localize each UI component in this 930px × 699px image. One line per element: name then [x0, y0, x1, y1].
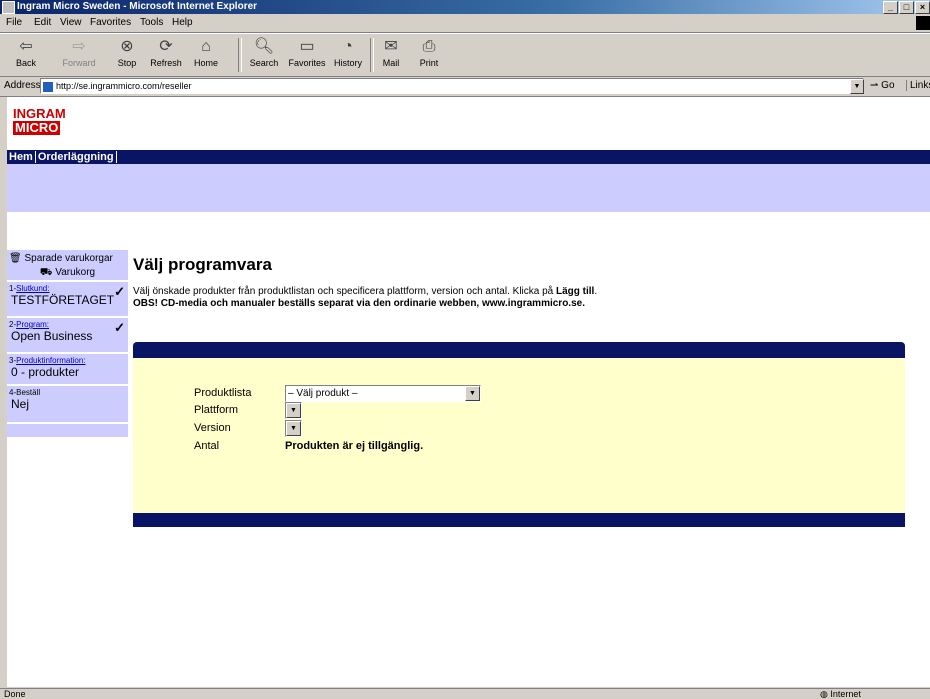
window-titlebar: Ingram Micro Sweden - Microsoft Internet… — [0, 0, 930, 14]
ie-icon — [2, 1, 15, 14]
zone-indicator: ◍ Internet — [820, 689, 861, 699]
version-select[interactable]: ▼ — [285, 420, 302, 437]
favorites-folder-icon: ▭ — [299, 38, 315, 55]
minimize-button[interactable]: _ — [883, 1, 898, 14]
status-text: Done — [4, 689, 26, 699]
trash-icon: 🗑︎ — [9, 253, 22, 264]
chevron-down-icon: ▼ — [286, 421, 301, 436]
page-content: INGRAM MICRO Hem Orderläggning 🗑︎ Sparade… — [7, 97, 930, 687]
step-program-link[interactable]: Program: — [16, 320, 49, 329]
menu-file[interactable]: File — [6, 14, 22, 32]
refresh-button[interactable]: ⟳ Refresh — [146, 36, 186, 74]
stop-button[interactable]: ⊗ Stop — [112, 36, 142, 74]
menu-tools[interactable]: Tools — [140, 14, 163, 32]
page-title: Välj programvara — [133, 255, 272, 274]
main-nav: Hem Orderläggning — [7, 150, 930, 164]
product-form-panel: Produktlista – Välj produkt – ▼ Plattfor… — [133, 358, 905, 513]
step-slutkund-link[interactable]: Slutkund: — [16, 284, 49, 293]
step-bestall: 4-Beställ Nej — [7, 386, 128, 424]
intro-text: Välj önskade produkter från produktlista… — [133, 286, 598, 297]
favorites-button[interactable]: ▭ Favorites — [284, 36, 330, 74]
home-icon: ⌂ — [201, 38, 211, 55]
product-list-label: Produktlista — [194, 387, 252, 399]
quantity-label: Antal — [194, 440, 220, 452]
address-dropdown-button[interactable]: ▼ — [850, 79, 864, 94]
address-label: Address — [4, 80, 41, 91]
history-icon: ◔ — [343, 38, 353, 55]
history-button[interactable]: ◔ History — [330, 36, 366, 74]
search-button[interactable]: 🔍︎ Search — [246, 36, 282, 74]
window-title: Ingram Micro Sweden - Microsoft Internet… — [17, 1, 258, 12]
cart-link[interactable]: ⛟ Varukorg — [7, 266, 128, 282]
links-button[interactable]: Links — [906, 80, 930, 91]
order-sidebar: 🗑︎ Sparade varukorgar ⛟ Varukorg 1-Slutk… — [7, 250, 128, 437]
chevron-down-icon: ▼ — [465, 386, 480, 401]
back-arrow-icon: ⇦ — [19, 38, 33, 55]
address-url: http://se.ingrammicro.com/reseller — [56, 81, 192, 91]
menu-help[interactable]: Help — [172, 14, 193, 32]
page-icon — [43, 81, 53, 92]
close-button[interactable]: × — [915, 1, 930, 14]
platform-select[interactable]: ▼ — [285, 402, 302, 419]
refresh-icon: ⟳ — [159, 38, 173, 55]
step-slutkund: 1-Slutkund: TESTFÖRETAGET ✓ — [7, 282, 128, 318]
back-button[interactable]: ⇦ Back — [6, 36, 46, 74]
print-icon: ⎙ — [422, 38, 436, 55]
cart-icon: ⛟ — [39, 267, 53, 278]
windows-logo-icon — [916, 16, 930, 30]
menu-bar: File Edit View Favorites Tools Help — [0, 14, 930, 33]
go-arrow-icon: ⇀ — [870, 80, 879, 91]
print-button[interactable]: ⎙ Print — [414, 36, 444, 74]
address-bar: Address http://se.ingrammicro.com/resell… — [0, 76, 930, 97]
address-input[interactable]: http://se.ingrammicro.com/reseller — [40, 78, 864, 94]
product-select[interactable]: – Välj produkt – ▼ — [285, 385, 481, 402]
quantity-status: Produkten är ej tillgänglig. — [285, 440, 424, 452]
mail-icon: ✉ — [384, 38, 398, 55]
maximize-button[interactable]: □ — [899, 1, 914, 14]
forward-arrow-icon: ⇨ — [72, 38, 86, 55]
panel-header-bar — [133, 342, 905, 358]
forward-button[interactable]: ⇨ Forward — [56, 36, 102, 74]
standard-toolbar: ⇦ Back ⇨ Forward ⊗ Stop ⟳ Refresh ⌂ Home 🔍︎ Se… — [0, 33, 930, 77]
chevron-down-icon: ▼ — [286, 403, 301, 418]
menu-edit[interactable]: Edit — [34, 14, 51, 32]
menu-favorites[interactable]: Favorites — [90, 14, 131, 32]
version-label: Version — [194, 422, 231, 434]
header-band — [7, 164, 930, 212]
ingram-micro-logo[interactable]: INGRAM MICRO — [13, 107, 66, 141]
checkmark-icon: ✓ — [114, 284, 125, 299]
step-produktinfo-link[interactable]: Produktinformation: — [16, 356, 85, 365]
notice-text: OBS! CD-media och manualer beställs sepa… — [133, 298, 585, 309]
saved-carts-link[interactable]: 🗑︎ Sparade varukorgar — [9, 253, 113, 264]
platform-label: Plattform — [194, 404, 239, 416]
go-button[interactable]: ⇀ Go — [870, 80, 895, 91]
step-program: 2-Program: Open Business ✓ — [7, 318, 128, 354]
checkmark-icon: ✓ — [114, 320, 125, 335]
menu-view[interactable]: View — [60, 14, 82, 32]
mail-button[interactable]: ✉ Mail — [376, 36, 406, 74]
search-icon: 🔍︎ — [253, 38, 275, 55]
home-button[interactable]: ⌂ Home — [188, 36, 224, 74]
panel-footer-bar — [133, 513, 905, 527]
globe-icon: ◍ — [820, 689, 828, 699]
nav-orderlaggning[interactable]: Orderläggning — [35, 151, 117, 163]
stop-icon: ⊗ — [120, 38, 134, 55]
step-produktinfo: 3-Produktinformation: 0 - produkter — [7, 354, 128, 386]
nav-hem[interactable]: Hem — [7, 151, 36, 163]
